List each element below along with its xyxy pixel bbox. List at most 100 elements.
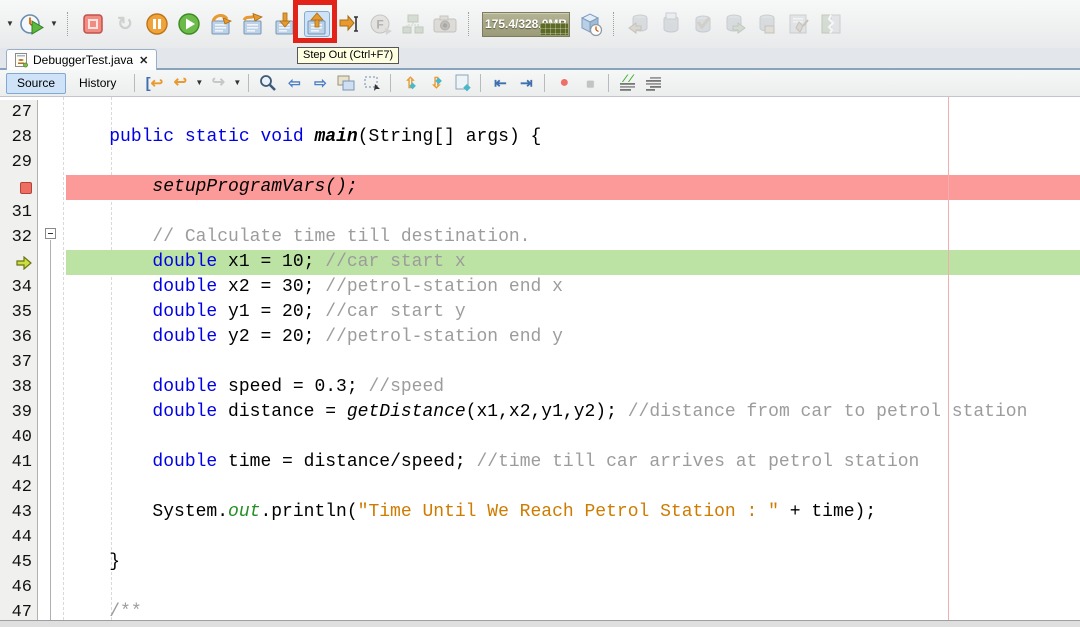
code-text[interactable]: double x2 = 30; //petrol-station end x <box>66 275 1080 300</box>
code-text[interactable]: System.out.println("Time Until We Reach … <box>66 500 1080 525</box>
line-gutter[interactable]: 35 <box>0 300 38 325</box>
code-text[interactable] <box>66 475 1080 500</box>
vcs-archive-icon <box>755 12 779 36</box>
code-text[interactable]: double y2 = 20; //petrol-station end y <box>66 325 1080 350</box>
code-editor[interactable]: 2728 public static void main(String[] ar… <box>0 97 1080 620</box>
start-macro-recording-button[interactable]: ● <box>552 72 576 94</box>
code-text[interactable]: double y1 = 20; //car start y <box>66 300 1080 325</box>
code-text[interactable]: } <box>66 550 1080 575</box>
breakpoint-icon[interactable] <box>20 182 32 194</box>
horizontal-scrollbar-track[interactable] <box>0 620 1080 627</box>
line-gutter[interactable]: 45 <box>0 550 38 575</box>
code-token: void <box>260 127 303 147</box>
line-gutter[interactable]: 39 <box>0 400 38 425</box>
code-text[interactable]: double x1 = 10; //car start x <box>66 250 1080 275</box>
stop-macro-recording-button[interactable]: ■ <box>578 72 602 94</box>
code-token <box>66 452 152 472</box>
uncomment-button[interactable] <box>642 72 666 94</box>
toolbar-overflow-button[interactable]: ▼ <box>4 11 16 37</box>
line-gutter[interactable]: 42 <box>0 475 38 500</box>
toggle-highlight-search-button[interactable] <box>334 72 358 94</box>
toggle-rectangular-selection-icon <box>362 73 382 93</box>
step-over-button[interactable] <box>208 11 234 37</box>
line-gutter[interactable]: 38 <box>0 375 38 400</box>
tab-debuggertest-java[interactable]: DebuggerTest.java ✕ <box>6 49 157 70</box>
code-text[interactable]: double speed = 0.3; //speed <box>66 375 1080 400</box>
forward-dropdown-button[interactable]: ▼ <box>231 70 243 96</box>
toggle-bookmark-button[interactable]: ◆ <box>450 72 474 94</box>
toggle-highlight-search-icon <box>336 73 356 93</box>
source-view-button[interactable]: Source <box>6 73 66 94</box>
profile-button[interactable] <box>19 11 45 37</box>
code-text[interactable] <box>66 150 1080 175</box>
toggle-rectangular-selection-button[interactable] <box>360 72 384 94</box>
find-selection-button[interactable] <box>256 72 280 94</box>
line-gutter[interactable]: 29 <box>0 150 38 175</box>
history-view-button[interactable]: History <box>68 73 127 94</box>
close-icon[interactable]: ✕ <box>138 54 149 67</box>
shift-line-right-icon: ⇥ <box>520 76 533 91</box>
toolbar-separator <box>480 74 482 92</box>
line-gutter[interactable]: 32 <box>0 225 38 250</box>
previous-bookmark-button[interactable]: ⇧◆ <box>398 72 422 94</box>
step-out-button[interactable] <box>304 11 330 37</box>
comment-button[interactable]: // <box>616 72 640 94</box>
step-over-expression-button[interactable] <box>240 11 266 37</box>
line-gutter[interactable] <box>0 175 38 200</box>
finish-debugger-session-button[interactable] <box>80 11 106 37</box>
line-gutter[interactable] <box>0 250 38 275</box>
run-to-cursor-button[interactable] <box>336 11 362 37</box>
code-text[interactable] <box>66 100 1080 125</box>
line-gutter[interactable]: 41 <box>0 450 38 475</box>
code-line: double x1 = 10; //car start x <box>0 250 1080 275</box>
toggle-bookmark-icon: ◆ <box>452 73 472 93</box>
code-text[interactable] <box>66 525 1080 550</box>
vcs-cleanup-icon <box>787 12 811 36</box>
debug-history-button[interactable] <box>577 11 603 37</box>
vcs-diff-icon <box>819 12 843 36</box>
code-text[interactable]: /** <box>66 600 1080 620</box>
code-text[interactable]: double distance = getDistance(x1,x2,y1,y… <box>66 400 1080 425</box>
line-gutter[interactable]: 43 <box>0 500 38 525</box>
find-next-button[interactable]: ⇨ <box>308 72 332 94</box>
profile-dropdown-button[interactable]: ▼ <box>48 11 60 37</box>
pause-button[interactable] <box>144 11 170 37</box>
back-dropdown-button[interactable]: ▼ <box>193 70 205 96</box>
code-text[interactable]: setupProgramVars(); <box>66 175 1080 200</box>
code-text[interactable] <box>66 200 1080 225</box>
code-text[interactable]: // Calculate time till destination. <box>66 225 1080 250</box>
line-gutter[interactable]: 31 <box>0 200 38 225</box>
line-gutter[interactable]: 47 <box>0 600 38 620</box>
continue-button[interactable] <box>176 11 202 37</box>
fold-collapse-icon[interactable] <box>45 228 56 239</box>
shift-line-right-button[interactable]: ⇥ <box>514 72 538 94</box>
line-gutter[interactable]: 37 <box>0 350 38 375</box>
next-bookmark-button[interactable]: ⇩◆ <box>424 72 448 94</box>
code-text[interactable]: public static void main(String[] args) { <box>66 125 1080 150</box>
back-button[interactable]: ↩ <box>168 72 192 94</box>
line-gutter[interactable]: 27 <box>0 100 38 125</box>
line-gutter[interactable]: 46 <box>0 575 38 600</box>
step-into-button[interactable] <box>272 11 298 37</box>
code-text[interactable] <box>66 425 1080 450</box>
line-gutter[interactable]: 34 <box>0 275 38 300</box>
line-number: 32 <box>12 225 32 250</box>
line-gutter[interactable]: 40 <box>0 425 38 450</box>
fold-margin <box>38 175 66 200</box>
line-number: 28 <box>12 125 32 150</box>
code-text[interactable]: double time = distance/speed; //time til… <box>66 450 1080 475</box>
shift-line-left-button[interactable]: ⇤ <box>488 72 512 94</box>
memory-indicator[interactable]: 175.4/328.0MB <box>482 12 570 37</box>
code-token: x1 = 10; <box>217 252 325 272</box>
code-text[interactable] <box>66 350 1080 375</box>
line-gutter[interactable]: 36 <box>0 325 38 350</box>
line-gutter[interactable]: 28 <box>0 125 38 150</box>
code-token: //time till car arrives at petrol statio… <box>476 452 919 472</box>
find-previous-button[interactable]: ⇦ <box>282 72 306 94</box>
line-gutter[interactable]: 44 <box>0 525 38 550</box>
fold-margin <box>38 100 66 125</box>
code-line: 32 // Calculate time till destination. <box>0 225 1080 250</box>
shift-line-left-icon: ⇤ <box>494 76 507 91</box>
last-edit-location-button[interactable]: [↩ <box>142 72 166 94</box>
code-text[interactable] <box>66 575 1080 600</box>
